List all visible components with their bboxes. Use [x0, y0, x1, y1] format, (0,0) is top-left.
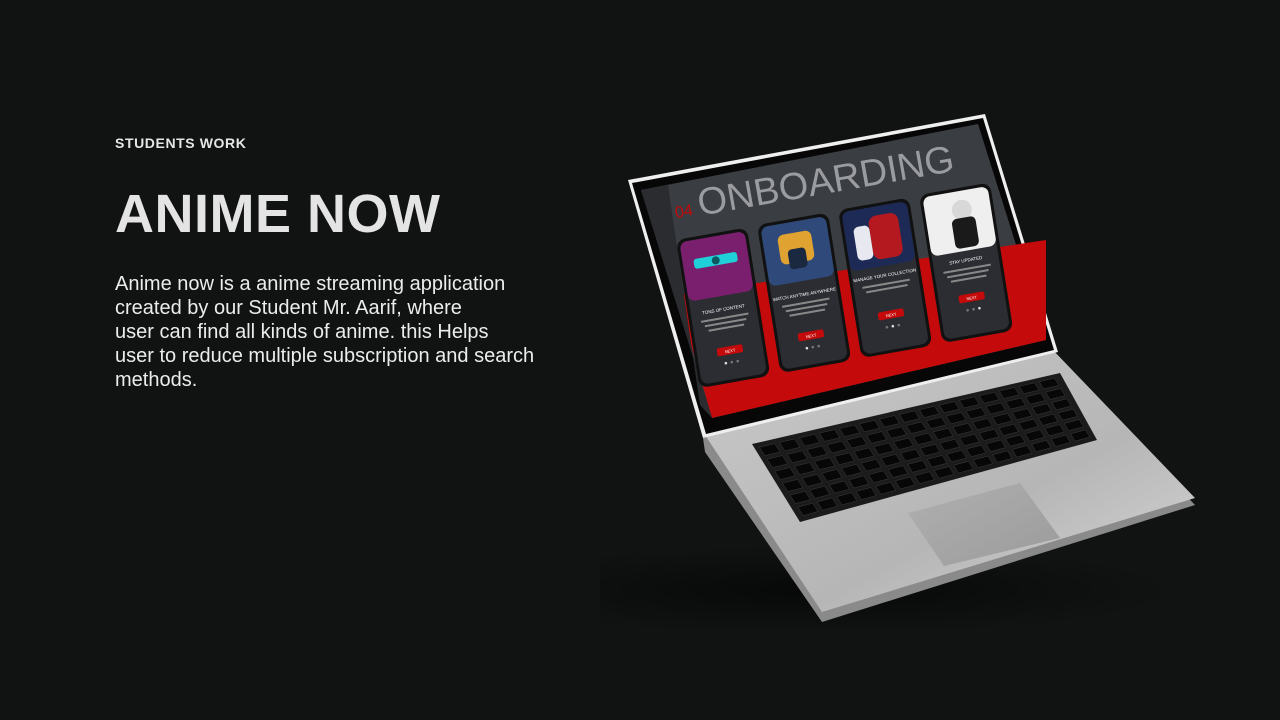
laptop-mockup: 04 ONBOARDING TONS OF CONTENT NEXT WATCH…	[600, 100, 1220, 640]
description-line: user can find all kinds of anime. this H…	[115, 321, 489, 343]
laptop-illustration: 04 ONBOARDING TONS OF CONTENT NEXT WATCH…	[600, 114, 1195, 635]
eyebrow-label: STUDENTS WORK	[115, 135, 247, 151]
description: Anime now is a anime streaming applicati…	[115, 272, 615, 392]
description-line: Anime now is a anime streaming applicati…	[115, 273, 506, 295]
page-title: ANIME NOW	[115, 184, 441, 244]
description-line: user to reduce multiple subscription and…	[115, 345, 535, 367]
step-number: 04	[674, 202, 695, 222]
description-line: methods.	[115, 369, 198, 391]
description-line: created by our Student Mr. Aarif, where	[115, 297, 462, 319]
